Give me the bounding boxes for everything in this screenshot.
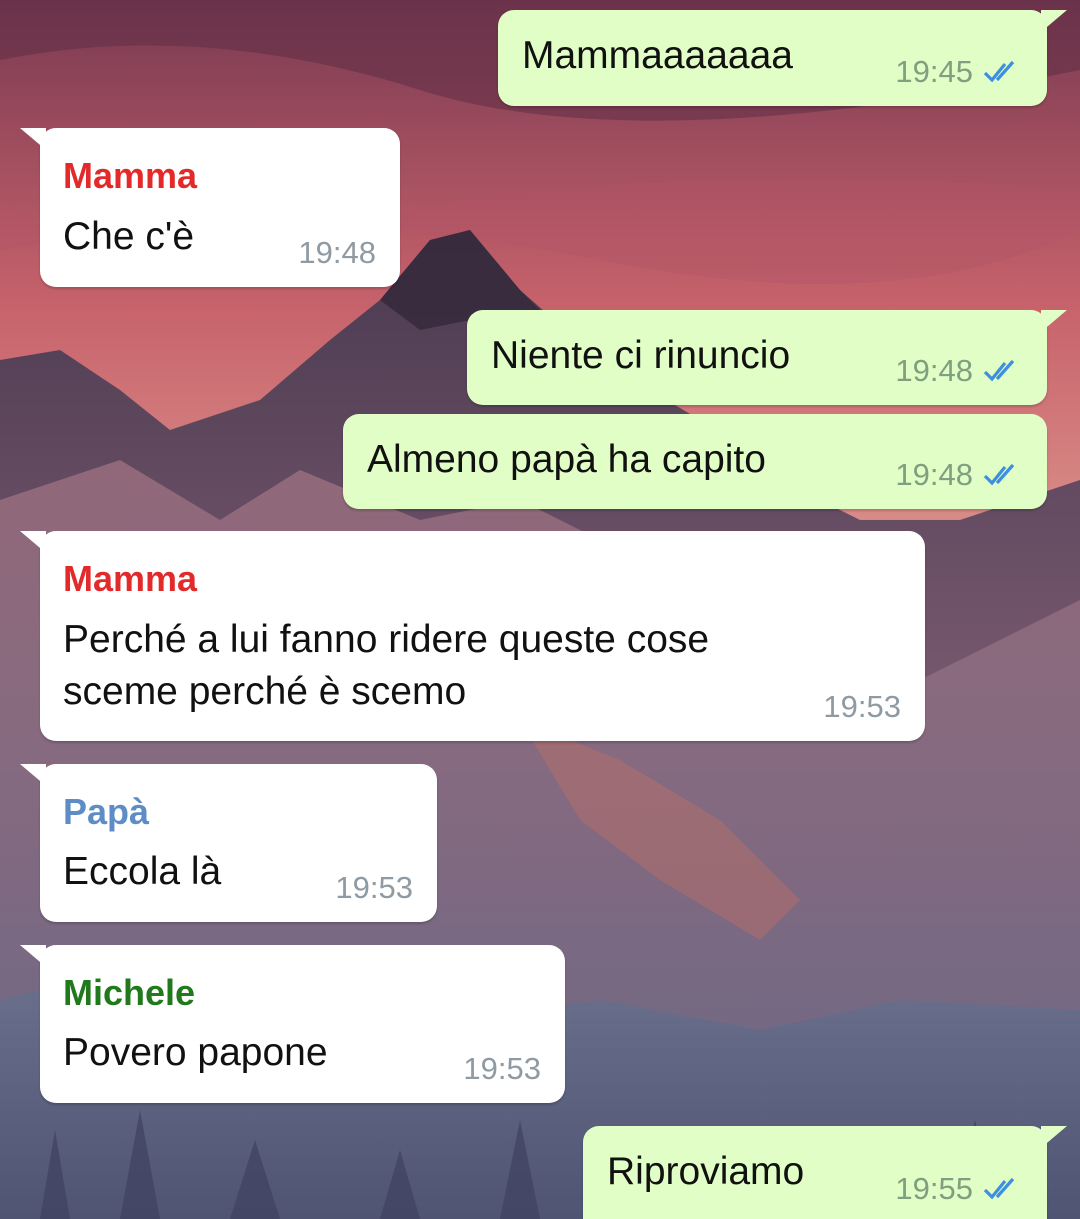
- message-text: Almeno papà ha capito: [367, 438, 766, 481]
- double-check-read-icon: [983, 1177, 1015, 1200]
- bubble-tail: [20, 531, 46, 553]
- bubble-tail: [1041, 10, 1067, 32]
- message-time: 19:55: [895, 1171, 973, 1206]
- outgoing-message[interactable]: Riproviamo 19:55: [583, 1126, 1067, 1219]
- bubble-tail: [20, 764, 46, 786]
- incoming-message[interactable]: Mamma Che c'è 19:48: [20, 128, 400, 287]
- sender-name: Mamma: [63, 155, 198, 196]
- message-text: Perché a lui fanno ridere queste cose sc…: [63, 618, 710, 713]
- sender-name: Michele: [63, 972, 196, 1013]
- message-text: Eccola là: [63, 850, 222, 893]
- incoming-message[interactable]: Mamma Perché a lui fanno ridere queste c…: [20, 531, 925, 741]
- outgoing-message[interactable]: Almeno papà ha capito 19:48: [343, 414, 1047, 509]
- incoming-message[interactable]: Papà Eccola là 19:53: [20, 764, 437, 922]
- incoming-message[interactable]: Michele Povero papone 19:53: [20, 945, 565, 1103]
- double-check-read-icon: [983, 359, 1015, 382]
- double-check-read-icon: [983, 60, 1015, 83]
- message-time: 19:53: [823, 689, 901, 724]
- message-text: Povero papone: [63, 1031, 328, 1074]
- message-text: Niente ci rinuncio: [491, 334, 791, 377]
- sender-name: Papà: [63, 791, 150, 832]
- message-text: Che c'è: [63, 215, 195, 258]
- outgoing-message[interactable]: Mammaaaaaaa 19:45: [498, 10, 1067, 106]
- message-time: 19:48: [895, 353, 973, 388]
- double-check-read-icon: [983, 463, 1015, 486]
- message-time: 19:48: [895, 457, 973, 492]
- bubble-tail: [1041, 1126, 1067, 1148]
- message-time: 19:45: [895, 54, 973, 89]
- outgoing-message[interactable]: Niente ci rinuncio 19:48: [467, 310, 1067, 405]
- message-time: 19:48: [298, 235, 376, 270]
- sender-name: Mamma: [63, 558, 198, 599]
- message-time: 19:53: [335, 870, 413, 905]
- bubble-tail: [20, 945, 46, 967]
- message-text: Riproviamo: [607, 1150, 805, 1193]
- bubble-tail: [20, 128, 46, 150]
- message-time: 19:53: [463, 1051, 541, 1086]
- message-text: Mammaaaaaaa: [522, 34, 793, 77]
- bubble-tail: [1041, 310, 1067, 332]
